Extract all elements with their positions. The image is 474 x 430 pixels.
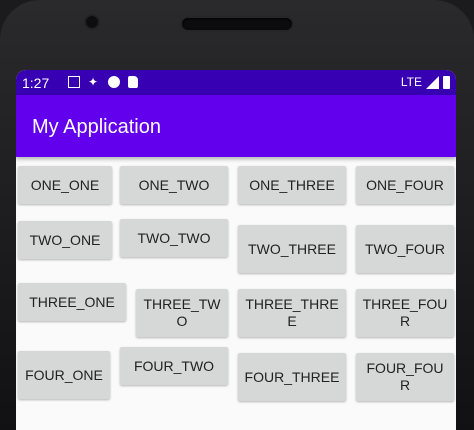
button-label: TWO_ONE [29,231,101,248]
signal-icon [426,75,439,89]
two-four-button[interactable]: TWO_FOUR [356,225,454,273]
app-title: My Application [32,116,161,138]
button-label: ONE_ONE [30,176,100,193]
button-label: TWO_THREE [248,240,336,257]
sd-card-icon [128,76,138,88]
button-label: FOUR_TWO [133,357,215,374]
phone-frame: 1:27 ✦ LTE My Application ONE_ONE ONE_TW… [0,0,474,430]
earpiece-speaker [182,18,292,30]
app-bar: My Application [16,95,456,157]
button-label: TWO_TWO [137,229,211,246]
status-time: 1:27 [22,75,50,91]
button-label: THREE_THREE [245,296,339,329]
one-four-button[interactable]: ONE_FOUR [356,166,454,204]
three-three-button[interactable]: THREE_THREE [238,289,346,337]
status-right: LTE [401,75,450,89]
notification-tool-icon: ✦ [88,75,99,89]
button-grid: ONE_ONE ONE_TWO ONE_THREE ONE_FOUR TWO_O… [16,157,456,430]
one-one-button[interactable]: ONE_ONE [18,166,112,204]
four-one-button[interactable]: FOUR_ONE [18,351,110,399]
notification-a-icon [68,76,80,88]
button-label: THREE_FOUR [362,296,448,329]
button-label: ONE_THREE [249,176,335,193]
button-label: THREE_TWO [143,296,221,329]
four-three-button[interactable]: FOUR_THREE [238,353,346,401]
one-three-button[interactable]: ONE_THREE [238,166,346,204]
button-label: ONE_TWO [138,176,210,193]
three-four-button[interactable]: THREE_FOUR [356,289,454,337]
three-one-button[interactable]: THREE_ONE [18,283,126,321]
two-two-button[interactable]: TWO_TWO [120,219,228,257]
notification-icons: ✦ [68,76,138,88]
three-two-button[interactable]: THREE_TWO [136,289,228,337]
two-one-button[interactable]: TWO_ONE [18,221,112,259]
button-label: ONE_FOUR [366,176,444,193]
front-camera [86,16,98,28]
button-label: THREE_ONE [29,293,115,310]
button-label: FOUR_ONE [25,366,103,383]
four-four-button[interactable]: FOUR_FOUR [356,353,454,401]
notification-circle-icon [108,76,120,88]
button-label: FOUR_THREE [244,368,340,385]
status-bar: 1:27 ✦ LTE [16,70,456,95]
button-label: TWO_FOUR [364,240,446,257]
network-type: LTE [400,75,422,89]
button-label: FOUR_FOUR [366,360,444,393]
four-two-button[interactable]: FOUR_TWO [120,347,228,385]
battery-icon [443,75,450,89]
two-three-button[interactable]: TWO_THREE [238,225,346,273]
device-screen: 1:27 ✦ LTE My Application ONE_ONE ONE_TW… [16,70,456,430]
one-two-button[interactable]: ONE_TWO [120,166,228,204]
